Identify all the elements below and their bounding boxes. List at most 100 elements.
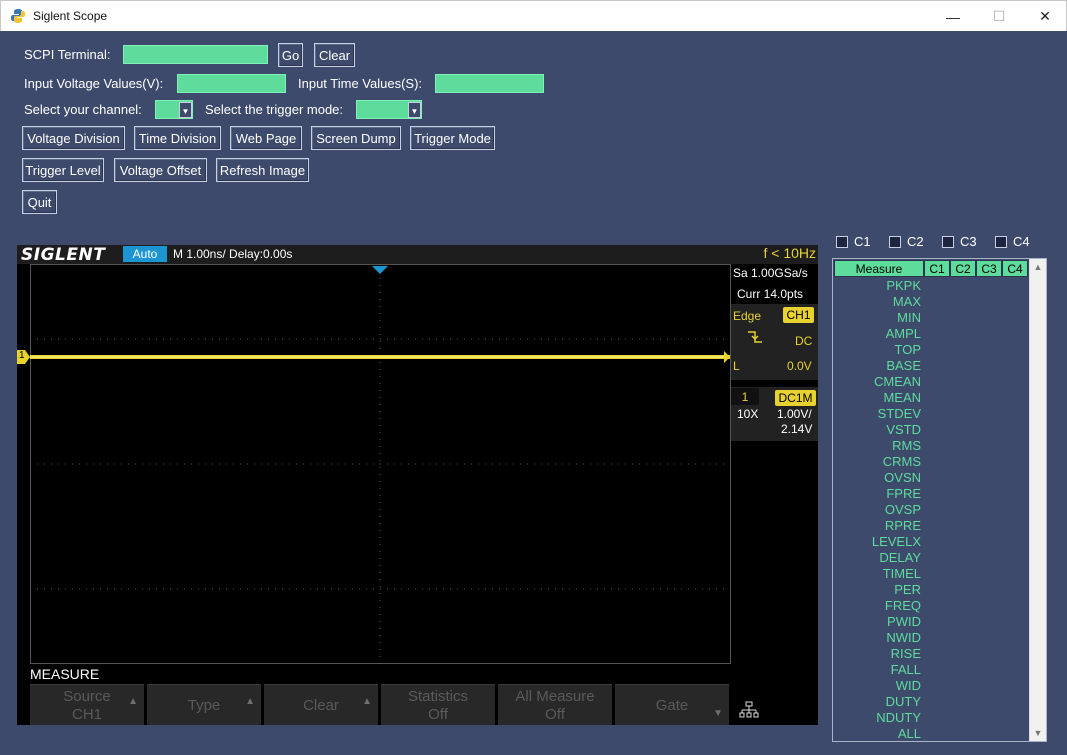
trigger-position-icon: [372, 266, 388, 274]
frequency-readout: f < 10Hz: [763, 245, 816, 261]
checkbox-box[interactable]: [942, 235, 954, 248]
network-icon: [739, 701, 759, 718]
channel-offset-readout: 2.14V: [781, 422, 813, 436]
measure-list-item[interactable]: AMPL: [833, 326, 1028, 342]
header-measure[interactable]: Measure: [834, 260, 924, 277]
trigger-mode-select[interactable]: ▼: [356, 100, 422, 119]
softkey-gate: Gate ▼: [615, 684, 729, 725]
maximize-button[interactable]: ☐: [976, 1, 1022, 32]
measure-list-item[interactable]: TIMEL: [833, 566, 1028, 582]
channel-select-label: Select your channel:: [24, 102, 142, 117]
measure-list-item[interactable]: RPRE: [833, 518, 1028, 534]
go-button[interactable]: Go: [278, 43, 303, 67]
trigger-level-readout: 0.0V: [787, 359, 812, 373]
measure-list-item[interactable]: ALL: [833, 726, 1028, 742]
measure-list-item[interactable]: LEVELX: [833, 534, 1028, 550]
measure-list-item[interactable]: TOP: [833, 342, 1028, 358]
softkey-statistics: Statistics Off: [381, 684, 495, 725]
measure-list-scrollbar[interactable]: ▲ ▼: [1029, 259, 1046, 741]
checkbox-c3-label: C3: [960, 234, 977, 249]
trigger-mode-select-label: Select the trigger mode:: [205, 102, 344, 117]
checkbox-box[interactable]: [995, 235, 1007, 248]
measure-list-item[interactable]: FALL: [833, 662, 1028, 678]
softkey-statistics-line2: Off: [428, 706, 448, 723]
trigger-mode-button[interactable]: Trigger Mode: [410, 126, 495, 150]
measure-list-item[interactable]: PER: [833, 582, 1028, 598]
measure-list-item[interactable]: RMS: [833, 438, 1028, 454]
voltage-values-input[interactable]: [177, 74, 286, 93]
measure-list-item[interactable]: FREQ: [833, 598, 1028, 614]
softkey-gate-line1: Gate: [655, 697, 689, 714]
trigger-level-label: L: [733, 359, 740, 373]
measure-list-item[interactable]: OVSP: [833, 502, 1028, 518]
scroll-down-icon[interactable]: ▼: [1030, 725, 1046, 741]
measure-list-item[interactable]: CMEAN: [833, 374, 1028, 390]
arrow-up-icon: ▲: [128, 696, 138, 707]
time-values-input[interactable]: [435, 74, 544, 93]
time-division-button[interactable]: Time Division: [134, 126, 221, 150]
voltage-division-button[interactable]: Voltage Division: [22, 126, 125, 150]
measure-list-item[interactable]: CRMS: [833, 454, 1028, 470]
quit-button[interactable]: Quit: [22, 190, 57, 214]
softkey-type: Type ▲: [147, 684, 261, 725]
minimize-button[interactable]: —: [930, 1, 976, 32]
measure-list-item[interactable]: OVSN: [833, 470, 1028, 486]
voltage-values-label: Input Voltage Values(V):: [24, 76, 164, 91]
channel-select[interactable]: ▼: [155, 100, 193, 119]
lan-status-area: [731, 684, 818, 725]
header-c3[interactable]: C3: [976, 260, 1002, 277]
sample-rate-readout: Sa 1.00GSa/s: [733, 266, 808, 280]
refresh-image-button[interactable]: Refresh Image: [216, 158, 309, 182]
measure-list-item[interactable]: DUTY: [833, 694, 1028, 710]
arrow-down-icon: ▼: [713, 708, 723, 719]
measure-list-item[interactable]: WID: [833, 678, 1028, 694]
checkbox-c2[interactable]: C2: [889, 234, 924, 249]
screen-dump-button[interactable]: Screen Dump: [311, 126, 401, 150]
voltage-offset-button[interactable]: Voltage Offset: [114, 158, 207, 182]
measure-list-item[interactable]: MIN: [833, 310, 1028, 326]
scope-screen-image: SIGLENT Auto M 1.00ns/ Delay:0.00s f < 1…: [17, 245, 818, 725]
measure-list-item[interactable]: RISE: [833, 646, 1028, 662]
window-title: Siglent Scope: [33, 9, 108, 23]
scpi-terminal-input[interactable]: [123, 45, 268, 64]
softkey-clear: Clear ▲: [264, 684, 378, 725]
close-button[interactable]: ✕: [1022, 1, 1067, 32]
softkey-source-line1: Source: [63, 688, 111, 705]
trigger-level-button[interactable]: Trigger Level: [22, 158, 104, 182]
web-page-button[interactable]: Web Page: [230, 126, 302, 150]
scroll-up-icon[interactable]: ▲: [1030, 259, 1046, 275]
measure-list-item[interactable]: STDEV: [833, 406, 1028, 422]
probe-attenuation-readout: 10X: [737, 407, 759, 421]
falling-edge-icon: [748, 331, 762, 343]
measure-list-item[interactable]: DELAY: [833, 550, 1028, 566]
checkbox-box[interactable]: [889, 235, 901, 248]
measure-list-item[interactable]: PWID: [833, 614, 1028, 630]
trigger-level-icon: [724, 351, 730, 363]
window-titlebar: Siglent Scope — ☐ ✕: [0, 0, 1067, 31]
measure-list-item[interactable]: PKPK: [833, 278, 1028, 294]
softkey-all-measure-line1: All Measure: [515, 688, 595, 705]
channel-coupling-badge: DC1M: [775, 390, 816, 406]
chevron-down-icon[interactable]: ▼: [408, 102, 421, 118]
header-c1[interactable]: C1: [924, 260, 950, 277]
header-c4[interactable]: C4: [1002, 260, 1028, 277]
measure-list-item[interactable]: MEAN: [833, 390, 1028, 406]
trigger-source-badge: CH1: [783, 307, 814, 323]
ch1-marker-label: 1: [19, 350, 25, 361]
channel-number: 1: [731, 388, 759, 405]
chevron-down-icon[interactable]: ▼: [179, 102, 192, 118]
clear-button[interactable]: Clear: [314, 43, 355, 67]
measure-list-item[interactable]: FPRE: [833, 486, 1028, 502]
measure-list-item[interactable]: MAX: [833, 294, 1028, 310]
softkey-type-line1: Type: [187, 697, 221, 714]
measure-list-item[interactable]: NWID: [833, 630, 1028, 646]
header-c2[interactable]: C2: [950, 260, 976, 277]
checkbox-box[interactable]: [836, 235, 848, 248]
measure-list-item[interactable]: VSTD: [833, 422, 1028, 438]
measure-list-item[interactable]: BASE: [833, 358, 1028, 374]
softkey-source-line2: CH1: [71, 706, 102, 723]
checkbox-c4[interactable]: C4: [995, 234, 1030, 249]
checkbox-c1[interactable]: C1: [836, 234, 871, 249]
checkbox-c3[interactable]: C3: [942, 234, 977, 249]
measure-list-item[interactable]: NDUTY: [833, 710, 1028, 726]
